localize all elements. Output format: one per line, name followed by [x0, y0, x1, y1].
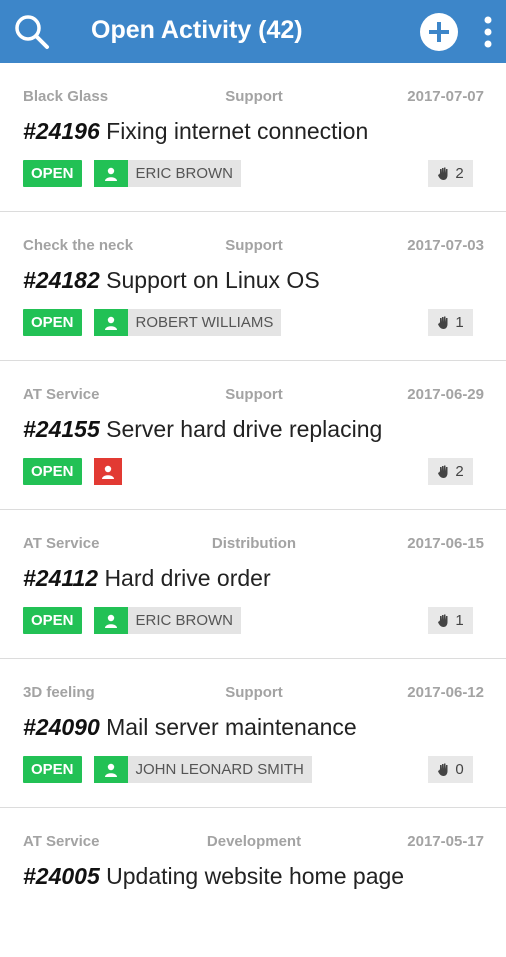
user-icon [93, 458, 122, 485]
assignee-name: JOHN LEONARD SMITH [127, 756, 312, 783]
client-name: 3D feeling [23, 684, 95, 701]
vote-count-badge: 1 [428, 607, 473, 634]
activity-date: 2017-05-17 [407, 833, 484, 850]
status-badge: OPEN [23, 607, 82, 634]
user-icon [93, 756, 128, 783]
activity-subject: Support on Linux OS [106, 267, 320, 293]
page-title: Open Activity (42) [91, 16, 303, 44]
activity-subject: Server hard drive replacing [106, 416, 383, 442]
search-icon[interactable] [12, 12, 52, 52]
activity-title: #24112 Hard drive order [23, 565, 271, 592]
user-icon [93, 160, 128, 187]
badge-row: OPEN ROBERT WILLIAMS [23, 309, 282, 336]
status-badge: OPEN [23, 756, 82, 783]
activity-title: #24005 Updating website home page [23, 863, 404, 890]
category-label: Development [206, 833, 302, 850]
assignee-name: ERIC BROWN [127, 160, 242, 187]
activity-number: #24090 [23, 714, 100, 740]
activity-list-item[interactable]: AT Service Support 2017-06-29 #24155 Ser… [0, 361, 506, 510]
status-badge: OPEN [23, 309, 82, 336]
badge-row: OPEN JOHN LEONARD SMITH [23, 756, 312, 783]
app-bar: Open Activity (42) [0, 0, 506, 63]
activity-number: #24005 [23, 863, 100, 889]
status-badge: OPEN [23, 160, 82, 187]
vote-count: 2 [455, 463, 464, 480]
vote-count-badge: 1 [428, 309, 473, 336]
assignee-badge: ROBERT WILLIAMS [93, 309, 282, 336]
activity-date: 2017-06-15 [407, 535, 484, 552]
user-icon [93, 607, 128, 634]
vote-count: 1 [455, 314, 464, 331]
activity-list: Black Glass Support 2017-07-07 #24196 Fi… [0, 63, 506, 957]
category-label: Support [225, 684, 283, 701]
activity-date: 2017-06-12 [407, 684, 484, 701]
more-vert-icon[interactable] [478, 12, 498, 52]
client-name: AT Service [23, 833, 100, 850]
activity-number: #24196 [23, 118, 100, 144]
category-label: Support [225, 88, 283, 105]
activity-date: 2017-07-07 [407, 88, 484, 105]
badge-row: OPEN [23, 458, 122, 485]
activity-subject: Mail server maintenance [106, 714, 357, 740]
badge-row: OPEN ERIC BROWN [23, 160, 242, 187]
activity-list-item[interactable]: AT Service Development 2017-05-17 #24005… [0, 808, 506, 957]
vote-count-badge: 2 [428, 458, 473, 485]
category-label: Support [225, 237, 283, 254]
assignee-name: ERIC BROWN [127, 607, 242, 634]
activity-subject: Hard drive order [104, 565, 271, 591]
hand-icon [438, 316, 448, 329]
activity-number: #24112 [23, 565, 99, 591]
category-label: Distribution [211, 535, 297, 552]
hand-icon [438, 465, 448, 478]
assignee-badge: ERIC BROWN [93, 607, 242, 634]
assignee-badge: ERIC BROWN [93, 160, 242, 187]
activity-title: #24155 Server hard drive replacing [23, 416, 382, 443]
assignee-badge-unassigned [93, 458, 122, 485]
hand-icon [438, 167, 448, 180]
activity-number: #24155 [23, 416, 100, 442]
activity-subject: Fixing internet connection [106, 118, 369, 144]
activity-list-item[interactable]: Black Glass Support 2017-07-07 #24196 Fi… [0, 63, 506, 212]
activity-title: #24196 Fixing internet connection [23, 118, 368, 145]
activity-list-item[interactable]: 3D feeling Support 2017-06-12 #24090 Mai… [0, 659, 506, 808]
client-name: AT Service [23, 386, 100, 403]
activity-date: 2017-06-29 [407, 386, 484, 403]
category-label: Support [225, 386, 283, 403]
add-circle-icon[interactable] [419, 12, 459, 52]
activity-list-item[interactable]: Check the neck Support 2017-07-03 #24182… [0, 212, 506, 361]
assignee-badge: JOHN LEONARD SMITH [93, 756, 312, 783]
assignee-name: ROBERT WILLIAMS [127, 309, 282, 336]
hand-icon [438, 763, 448, 776]
vote-count: 2 [455, 165, 464, 182]
vote-count: 0 [455, 761, 464, 778]
activity-title: #24090 Mail server maintenance [23, 714, 357, 741]
client-name: Check the neck [23, 237, 134, 254]
vote-count: 1 [455, 612, 464, 629]
user-icon [93, 309, 128, 336]
activity-number: #24182 [23, 267, 100, 293]
vote-count-badge: 2 [428, 160, 473, 187]
activity-date: 2017-07-03 [407, 237, 484, 254]
activity-title: #24182 Support on Linux OS [23, 267, 320, 294]
vote-count-badge: 0 [428, 756, 473, 783]
activity-subject: Updating website home page [106, 863, 405, 889]
client-name: AT Service [23, 535, 100, 552]
badge-row: OPEN ERIC BROWN [23, 607, 242, 634]
status-badge: OPEN [23, 458, 82, 485]
hand-icon [438, 614, 448, 627]
client-name: Black Glass [23, 88, 109, 105]
activity-list-item[interactable]: AT Service Distribution 2017-06-15 #2411… [0, 510, 506, 659]
